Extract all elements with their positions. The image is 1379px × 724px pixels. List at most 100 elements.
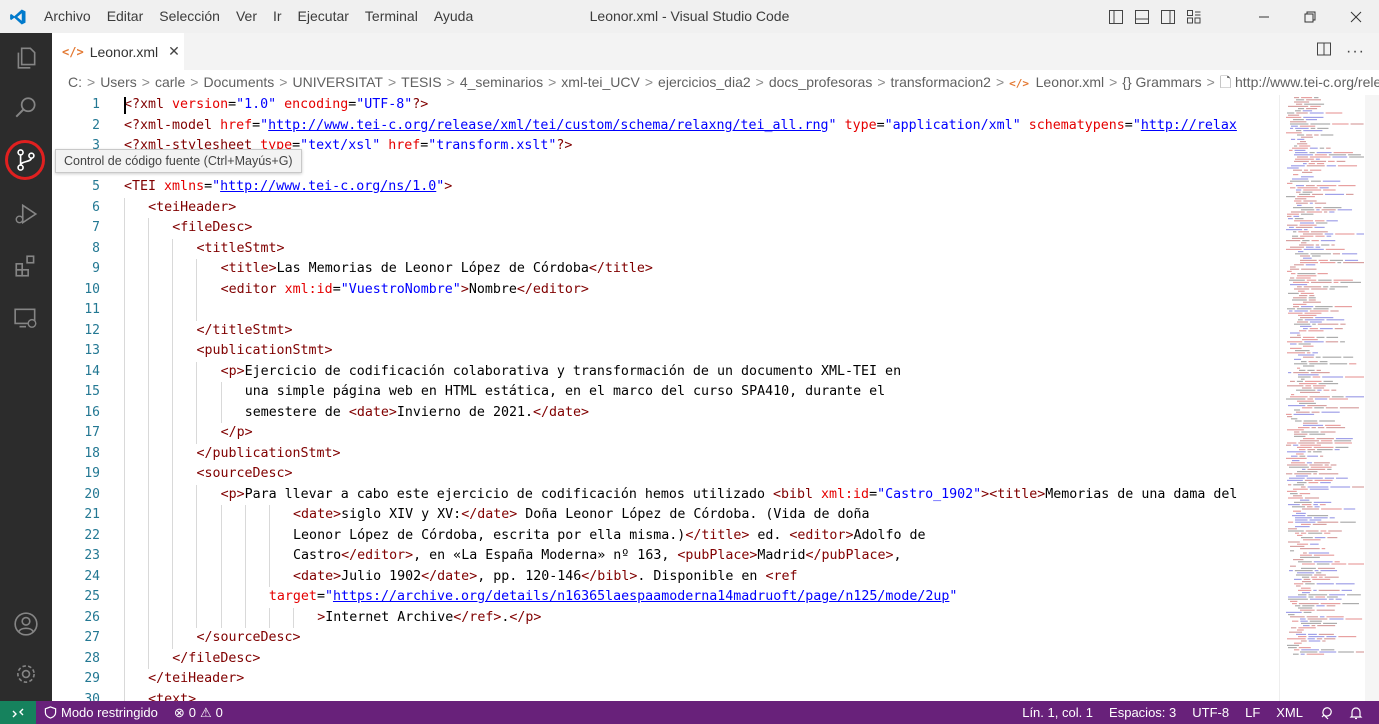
feedback-icon[interactable]	[1311, 706, 1341, 720]
minimap-line	[1294, 409, 1301, 411]
breadcrumb-item[interactable]: Documents	[203, 74, 274, 90]
menu-ayuda[interactable]: Ayuda	[426, 0, 481, 33]
menu-ver[interactable]: Ver	[228, 0, 265, 33]
language-mode[interactable]: XML	[1268, 701, 1311, 724]
run-debug-icon[interactable]	[0, 189, 52, 239]
menu-ejecutar[interactable]: Ejecutar	[290, 0, 357, 33]
minimap-line	[1290, 123, 1309, 125]
vscode-logo-icon	[0, 0, 36, 33]
cursor-position[interactable]: Lín. 1, col. 1	[1014, 701, 1101, 724]
remote-explorer-icon[interactable]	[0, 293, 52, 343]
minimap-line	[1290, 550, 1295, 552]
explorer-icon[interactable]	[0, 33, 52, 83]
settings-gear-icon[interactable]	[0, 649, 52, 699]
minimap-line	[1311, 427, 1316, 429]
minimap-line	[1300, 554, 1312, 556]
minimap-line	[1315, 246, 1321, 248]
menu-terminal[interactable]: Terminal	[357, 0, 426, 33]
minimap-line	[1301, 176, 1314, 178]
accounts-icon[interactable]	[0, 599, 52, 649]
minimap-line	[1314, 134, 1319, 136]
minimap-line	[1287, 451, 1306, 453]
toggle-panel-icon[interactable]	[1129, 0, 1155, 33]
end-of-line[interactable]: LF	[1237, 701, 1268, 724]
breadcrumb-item[interactable]: ejercicios_dia2	[658, 74, 751, 90]
code-line: </titleStmt>	[196, 322, 293, 338]
minimap-line	[1309, 152, 1315, 154]
minimap-line	[1298, 314, 1317, 316]
minimap-line	[1304, 341, 1324, 343]
toggle-primary-sidebar-icon[interactable]	[1103, 0, 1129, 33]
minimap-line	[1290, 266, 1296, 268]
minimap-line	[1315, 356, 1321, 358]
minimap-line	[1310, 180, 1321, 182]
minimap-line	[1321, 548, 1326, 550]
more-actions-icon[interactable]: ···	[1346, 43, 1365, 61]
minimap-line	[1294, 220, 1314, 222]
code-line: una simple página web en HTML estática, …	[244, 384, 886, 399]
minimap-line	[1289, 279, 1305, 281]
minimap-line	[1303, 424, 1324, 426]
breadcrumb-item[interactable]: {} Grammars	[1122, 74, 1201, 90]
breadcrumb-item[interactable]: http://www.tei-c.org/release/x	[1235, 74, 1379, 90]
indent-guide	[124, 238, 125, 259]
split-editor-icon[interactable]	[1316, 41, 1332, 62]
minimize-button[interactable]	[1241, 0, 1287, 33]
breadcrumb-item[interactable]: xml-tei_UCV	[561, 74, 640, 90]
vertical-scrollbar[interactable]	[1365, 95, 1379, 701]
breadcrumb-item[interactable]: Users	[100, 74, 137, 90]
minimap-line	[1295, 350, 1310, 352]
close-window-button[interactable]	[1333, 0, 1379, 33]
minimap-line	[1289, 226, 1294, 228]
restore-button[interactable]	[1287, 0, 1333, 33]
breadcrumb-item[interactable]: docs_profesoras	[769, 74, 873, 90]
breadcrumb-item[interactable]: carle	[155, 74, 185, 90]
menu-archivo[interactable]: Archivo	[36, 0, 99, 33]
breadcrumb-item[interactable]: Leonor.xml	[1036, 74, 1104, 90]
notifications-bell-icon[interactable]	[1341, 706, 1371, 720]
minimap-line	[1332, 253, 1341, 255]
code-area[interactable]: <?xml version="1.0" encoding="UTF-8"?> <?…	[124, 95, 1277, 701]
toggle-secondary-sidebar-icon[interactable]	[1155, 0, 1181, 33]
menu-seleccion[interactable]: Selección	[151, 0, 228, 33]
indentation[interactable]: Espacios: 3	[1101, 701, 1184, 724]
breadcrumb-item[interactable]: 4_seminarios	[460, 74, 543, 90]
indent-guide	[293, 607, 295, 628]
menu-ir[interactable]: Ir	[265, 0, 290, 33]
minimap-line	[1302, 581, 1312, 583]
minimap-line	[1308, 532, 1323, 534]
close-tab-icon[interactable]: ✕	[168, 43, 180, 60]
minimap-line	[1291, 394, 1295, 396]
minimap[interactable]	[1279, 95, 1365, 701]
editor[interactable]: 1 2 3 5 6 7 8 9 10 11 12 13 14 15 16 17 18 19 20 21 22 23 24 25…	[52, 95, 1379, 701]
breadcrumb-item[interactable]: TESIS	[401, 74, 441, 90]
minimap-line	[1316, 605, 1325, 607]
extensions-icon[interactable]	[0, 241, 52, 291]
menu-editar[interactable]: Editar	[99, 0, 152, 33]
minimap-line	[1317, 625, 1336, 627]
tab-leonor-xml[interactable]: </> Leonor.xml ✕	[52, 33, 184, 70]
indent-guide	[172, 320, 174, 341]
problems-indicator[interactable]: ⊗ 0 ⚠ 0	[166, 701, 231, 724]
minimap-line	[1296, 185, 1304, 187]
search-icon[interactable]	[0, 83, 52, 133]
minimap-line	[1294, 358, 1302, 360]
minimap-line	[1301, 268, 1317, 270]
encoding[interactable]: UTF-8	[1184, 701, 1237, 724]
remote-indicator-icon[interactable]	[0, 701, 36, 724]
indent-guide	[148, 259, 150, 280]
restricted-mode-indicator[interactable]: Modo restringido	[36, 701, 166, 724]
minimap-line	[1294, 431, 1300, 433]
minimap-line	[1306, 211, 1322, 213]
minimap-line	[1298, 251, 1304, 253]
customize-layout-icon[interactable]	[1181, 0, 1207, 33]
breadcrumb-item[interactable]: C:	[68, 74, 82, 90]
minimap-line	[1287, 270, 1292, 272]
minimap-line	[1316, 572, 1322, 574]
minimap-line	[1319, 651, 1337, 653]
breadcrumb-item[interactable]: transformacion2	[891, 74, 991, 90]
breadcrumb-item[interactable]: UNIVERSITAT	[292, 74, 383, 90]
code-line: <sourceDesc>	[196, 466, 293, 481]
minimap-line	[1293, 413, 1315, 415]
minimap-line	[1304, 380, 1322, 382]
